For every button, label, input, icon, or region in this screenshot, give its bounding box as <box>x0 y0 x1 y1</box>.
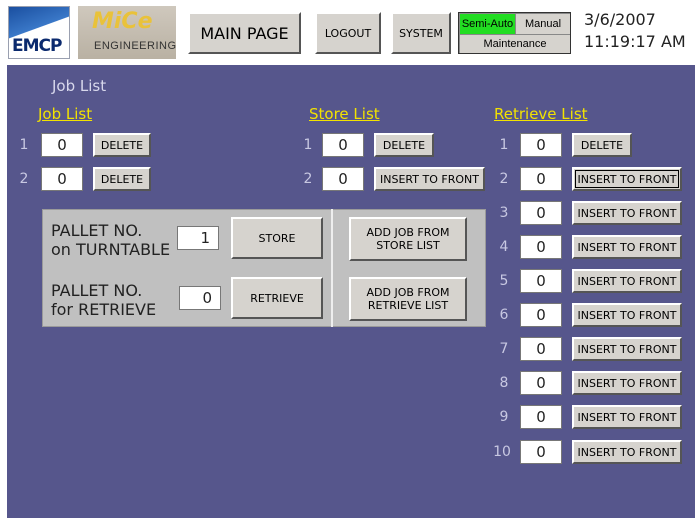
retrieve-pallet-label-line2: for RETRIEVE <box>51 300 157 319</box>
turntable-pallet-label-line1: PALLET NO. <box>51 221 143 240</box>
retrieve-pallet-value[interactable]: 0 <box>179 286 221 310</box>
retrieve-row-number: 3 <box>499 205 509 221</box>
retrieve-row-number: 9 <box>499 409 509 425</box>
job-delete-button[interactable]: DELETE <box>93 167 151 191</box>
retrieve-row-value[interactable]: 0 <box>520 337 562 361</box>
store-button[interactable]: STORE <box>231 217 323 259</box>
mode-maintenance-button[interactable]: Maintenance <box>460 35 570 53</box>
header-bar: EMCP MiCe ENGINEERING MAIN PAGE LOGOUT S… <box>0 0 700 65</box>
logout-button[interactable]: LOGOUT <box>315 12 381 54</box>
add-job-from-store-list-label: ADD JOB FROM STORE LIST <box>366 226 449 252</box>
retrieve-row-value[interactable]: 0 <box>520 269 562 293</box>
retrieve-row-value[interactable]: 0 <box>520 440 562 464</box>
mice-logo-text: MiCe <box>92 9 153 34</box>
system-button[interactable]: SYSTEM <box>391 12 451 54</box>
job-row-value[interactable]: 0 <box>41 133 83 157</box>
retrieve-button[interactable]: RETRIEVE <box>231 277 323 319</box>
retrieve-row-number: 5 <box>499 273 509 289</box>
emcp-logo: EMCP <box>8 6 70 59</box>
engineering-logo-text: ENGINEERING <box>94 40 177 52</box>
job-row-number: 2 <box>19 171 29 187</box>
job-row-value[interactable]: 0 <box>41 167 83 191</box>
emcp-logo-text: EMCP <box>12 36 62 56</box>
add-job-from-retrieve-list-label: ADD JOB FROM RETRIEVE LIST <box>366 286 449 312</box>
retrieve-insert-to-front-button[interactable]: INSERT TO FRONT <box>572 201 682 225</box>
retrieve-row-number: 7 <box>499 341 509 357</box>
retrieve-insert-to-front-button[interactable]: INSERT TO FRONT <box>572 303 682 327</box>
job-list-title: Job List <box>38 105 93 123</box>
panel-divider <box>331 209 333 327</box>
retrieve-row-value[interactable]: 0 <box>520 167 562 191</box>
retrieve-row-value[interactable]: 0 <box>520 371 562 395</box>
retrieve-insert-to-front-button[interactable]: INSERT TO FRONT <box>572 235 682 259</box>
retrieve-row-number: 6 <box>499 307 509 323</box>
mode-semi-auto-button[interactable]: Semi-Auto <box>460 14 515 34</box>
turntable-pallet-value[interactable]: 1 <box>177 226 219 250</box>
retrieve-insert-to-front-button[interactable]: INSERT TO FRONT <box>572 371 682 395</box>
retrieve-row-number: 10 <box>493 444 511 460</box>
retrieve-pallet-label-line1: PALLET NO. <box>51 281 143 300</box>
add-job-from-store-list-button[interactable]: ADD JOB FROM STORE LIST <box>349 217 467 261</box>
retrieve-list-title: Retrieve List <box>494 105 588 123</box>
retrieve-row-value[interactable]: 0 <box>520 201 562 225</box>
store-row-value[interactable]: 0 <box>322 167 364 191</box>
retrieve-insert-to-front-button[interactable]: INSERT TO FRONT <box>572 269 682 293</box>
store-insert-to-front-button[interactable]: INSERT TO FRONT <box>374 167 485 191</box>
store-row-number: 2 <box>303 171 313 187</box>
retrieve-row-number: 2 <box>499 171 509 187</box>
add-job-from-retrieve-list-button[interactable]: ADD JOB FROM RETRIEVE LIST <box>349 277 467 321</box>
add-job-from-store-line1: ADD JOB FROM <box>366 226 450 239</box>
retrieve-row-number: 4 <box>499 239 509 255</box>
retrieve-insert-to-front-button[interactable]: INSERT TO FRONT <box>572 167 682 191</box>
retrieve-delete-button[interactable]: DELETE <box>572 133 632 157</box>
retrieve-row-value[interactable]: 0 <box>520 405 562 429</box>
page-title: Job List <box>52 77 107 95</box>
store-delete-button[interactable]: DELETE <box>374 133 434 157</box>
mode-manual-button[interactable]: Manual <box>516 14 570 34</box>
store-row-number: 1 <box>303 137 313 153</box>
job-row-number: 1 <box>19 137 29 153</box>
retrieve-button-label: RETRIEVE <box>250 291 304 305</box>
store-list-title: Store List <box>309 105 380 123</box>
retrieve-row-number: 1 <box>499 137 509 153</box>
retrieve-pallet-label: PALLET NO. for RETRIEVE <box>51 281 156 319</box>
store-row-value[interactable]: 0 <box>322 133 364 157</box>
turntable-pallet-label-line2: on TURNTABLE <box>51 240 171 259</box>
retrieve-row-value[interactable]: 0 <box>520 133 562 157</box>
retrieve-insert-to-front-button[interactable]: INSERT TO FRONT <box>572 337 682 361</box>
mice-engineering-logo: MiCe ENGINEERING <box>78 6 176 59</box>
retrieve-row-value[interactable]: 0 <box>520 235 562 259</box>
mode-selector: Semi-Auto Manual Maintenance <box>458 12 571 54</box>
job-delete-button[interactable]: DELETE <box>93 133 151 157</box>
turntable-pallet-label: PALLET NO. on TURNTABLE <box>51 221 170 259</box>
retrieve-insert-to-front-button[interactable]: INSERT TO FRONT <box>572 405 682 429</box>
retrieve-row-value[interactable]: 0 <box>520 303 562 327</box>
retrieve-insert-to-front-button[interactable]: INSERT TO FRONT <box>572 440 682 464</box>
add-job-from-retrieve-line1: ADD JOB FROM <box>366 286 450 299</box>
add-job-from-retrieve-line2: RETRIEVE LIST <box>367 299 449 312</box>
main-page-button[interactable]: MAIN PAGE <box>188 12 301 54</box>
retrieve-row-number: 8 <box>499 375 509 391</box>
date-display: 3/6/2007 <box>584 10 656 29</box>
time-display: 11:19:17 AM <box>584 32 686 51</box>
add-job-from-store-line2: STORE LIST <box>376 239 440 252</box>
